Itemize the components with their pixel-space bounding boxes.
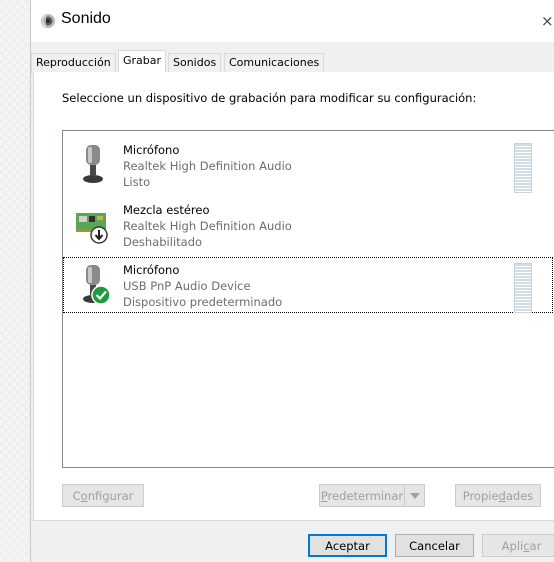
speaker-icon xyxy=(39,12,57,30)
chevron-down-icon xyxy=(410,493,420,499)
microphone-default-icon xyxy=(75,263,113,307)
level-meter xyxy=(514,263,532,313)
title-bar[interactable]: Sonido × xyxy=(31,0,554,42)
device-name: Mezcla estéreo xyxy=(123,203,210,217)
properties-button[interactable]: Propiedades xyxy=(455,484,541,507)
device-name: Micrófono xyxy=(123,263,180,277)
recording-panel: Seleccione un dispositivo de grabación p… xyxy=(33,72,554,521)
tab-reproduccion[interactable]: Reproducción xyxy=(31,53,116,72)
ok-button[interactable]: Aceptar xyxy=(308,534,387,557)
list-item[interactable]: Micrófono Realtek High Definition Audio … xyxy=(63,137,553,193)
device-description: USB PnP Audio Device xyxy=(123,279,251,293)
apply-button[interactable]: Aplicar xyxy=(482,534,554,557)
tab-grabar[interactable]: Grabar xyxy=(118,50,167,73)
set-default-button[interactable]: Predeterminar xyxy=(319,484,405,507)
window-title: Sonido xyxy=(61,10,111,27)
sound-card-disabled-icon xyxy=(75,203,113,247)
device-description: Realtek High Definition Audio xyxy=(123,219,292,233)
close-icon[interactable]: × xyxy=(541,12,554,30)
device-name: Micrófono xyxy=(123,143,180,157)
list-item[interactable]: Micrófono USB PnP Audio Device Dispositi… xyxy=(63,257,553,313)
sound-dialog: Sonido × Reproducción Grabar Sonidos Com… xyxy=(30,0,554,562)
cancel-button[interactable]: Cancelar xyxy=(395,534,474,557)
tab-sonidos[interactable]: Sonidos xyxy=(168,53,222,72)
level-meter xyxy=(514,143,532,193)
device-status: Deshabilitado xyxy=(123,235,203,249)
instruction-text: Seleccione un dispositivo de grabación p… xyxy=(62,91,477,105)
device-status: Listo xyxy=(123,175,151,189)
tab-strip: Reproducción Grabar Sonidos Comunicacion… xyxy=(31,50,554,73)
device-description: Realtek High Definition Audio xyxy=(123,159,292,173)
device-list[interactable]: Micrófono Realtek High Definition Audio … xyxy=(62,130,554,468)
device-status: Dispositivo predeterminado xyxy=(123,295,283,309)
list-item[interactable]: Mezcla estéreo Realtek High Definition A… xyxy=(63,197,553,253)
set-default-dropdown[interactable] xyxy=(404,484,425,507)
tab-comunicaciones[interactable]: Comunicaciones xyxy=(224,53,325,72)
microphone-icon xyxy=(75,143,113,187)
configure-button[interactable]: Configurar xyxy=(62,484,144,507)
